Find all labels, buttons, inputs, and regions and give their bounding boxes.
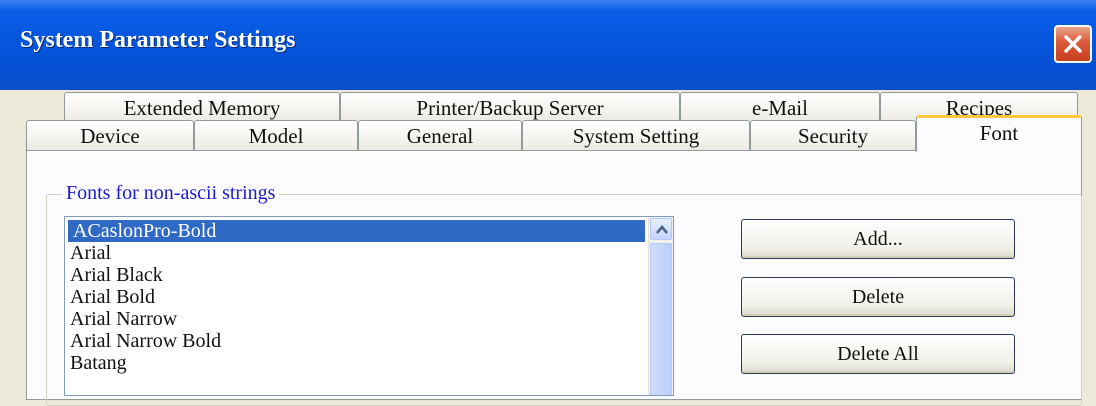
list-scrollbar[interactable]	[648, 217, 673, 395]
close-button[interactable]	[1054, 25, 1092, 63]
tab-device[interactable]: Device	[26, 120, 194, 151]
tab-general[interactable]: General	[358, 120, 522, 151]
font-group-label: Fonts for non-ascii strings	[62, 182, 280, 205]
tab-label: Extended Memory	[123, 96, 281, 120]
tab-printer-backup-server[interactable]: Printer/Backup Server	[340, 92, 680, 122]
tab-model[interactable]: Model	[194, 120, 358, 151]
tab-label: Device	[80, 124, 140, 148]
tab-label: General	[406, 124, 474, 148]
list-item[interactable]: Arial Narrow Bold	[65, 330, 673, 352]
list-item[interactable]: Arial Narrow	[65, 308, 673, 330]
list-item[interactable]: Arial Bold	[65, 286, 673, 308]
tab-label: Model	[248, 124, 304, 148]
list-item[interactable]: Batang	[65, 352, 673, 374]
window-title: System Parameter Settings	[20, 27, 296, 53]
scroll-thumb[interactable]	[650, 243, 672, 395]
scroll-up-button[interactable]	[650, 218, 672, 240]
tab-label: Security	[798, 124, 868, 148]
close-icon	[1064, 35, 1082, 53]
delete-button[interactable]: Delete	[741, 277, 1015, 317]
tab-extended-memory[interactable]: Extended Memory	[64, 92, 340, 122]
add-button[interactable]: Add...	[741, 219, 1015, 259]
title-bar[interactable]: System Parameter Settings	[0, 0, 1096, 90]
tab-label: e-Mail	[752, 96, 808, 120]
tab-label: Font	[979, 121, 1019, 145]
tab-email[interactable]: e-Mail	[680, 92, 880, 122]
list-item[interactable]: ACaslonPro-Bold	[68, 220, 645, 242]
tab-system-setting[interactable]: System Setting	[522, 120, 750, 151]
tab-label: System Setting	[572, 124, 700, 148]
tab-label: Printer/Backup Server	[416, 96, 604, 120]
chevron-up-icon	[656, 225, 668, 234]
tab-font[interactable]: Font	[916, 115, 1082, 152]
list-item[interactable]: Arial	[65, 242, 673, 264]
delete-all-button[interactable]: Delete All	[741, 334, 1015, 374]
font-listbox[interactable]: ACaslonPro-Bold Arial Arial Black Arial …	[64, 216, 674, 396]
list-item[interactable]: Arial Black	[65, 264, 673, 286]
tab-security[interactable]: Security	[750, 120, 916, 151]
